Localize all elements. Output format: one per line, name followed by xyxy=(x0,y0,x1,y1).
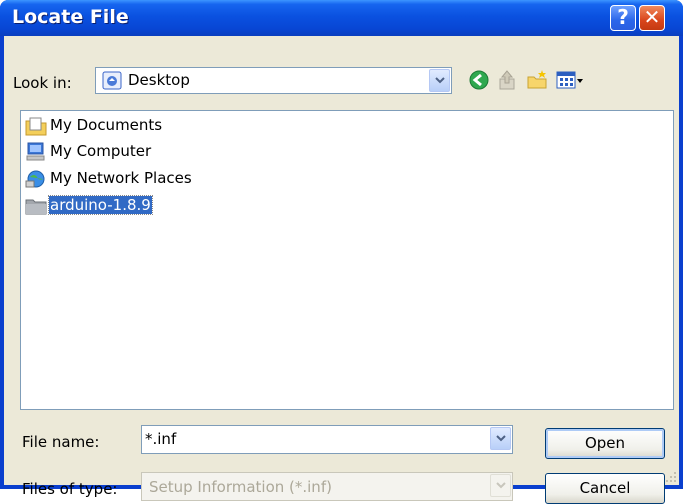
chevron-down-icon xyxy=(496,435,506,442)
title-bar[interactable]: Locate File ? ✕ xyxy=(0,0,683,36)
back-icon[interactable] xyxy=(468,69,490,91)
up-folder-icon[interactable] xyxy=(496,69,518,91)
file-name-input[interactable] xyxy=(145,429,475,449)
look-in-dropdown-arrow[interactable] xyxy=(429,69,450,92)
file-name-combobox[interactable] xyxy=(141,425,513,454)
file-type-value: Setup Information (*.inf) xyxy=(149,478,332,496)
chevron-down-icon xyxy=(435,77,445,84)
locate-file-dialog: Locate File ? ✕ Look in: Desktop My Docu… xyxy=(0,0,683,504)
look-in-dropdown[interactable]: Desktop xyxy=(95,67,452,94)
look-in-value: Desktop xyxy=(128,71,190,89)
network-places-icon xyxy=(25,170,45,188)
file-name: My Computer xyxy=(50,142,152,160)
view-menu-icon[interactable] xyxy=(556,69,584,91)
file-type-label: Files of type: xyxy=(22,480,118,498)
desktop-icon xyxy=(102,71,122,90)
documents-folder-icon xyxy=(25,117,47,136)
open-button[interactable]: Open xyxy=(545,428,665,459)
file-type-dropdown-arrow xyxy=(490,474,511,497)
close-button[interactable]: ✕ xyxy=(639,5,665,31)
dialog-title: Locate File xyxy=(12,6,129,28)
file-name: arduino-1.8.9 xyxy=(48,195,153,215)
file-name-dropdown-arrow[interactable] xyxy=(490,427,511,450)
new-folder-icon[interactable] xyxy=(526,69,548,91)
help-button[interactable]: ? xyxy=(610,5,636,31)
dialog-body: Look in: Desktop My Documents My Compute… xyxy=(4,36,679,504)
file-name-label: File name: xyxy=(22,433,100,451)
resize-grip-icon[interactable] xyxy=(665,471,677,483)
file-type-dropdown: Setup Information (*.inf) xyxy=(141,472,513,501)
file-name: My Network Places xyxy=(50,169,192,187)
look-in-label: Look in: xyxy=(13,74,72,92)
file-list[interactable]: My Documents My Computer My Network Plac… xyxy=(20,110,674,410)
folder-icon xyxy=(25,199,47,215)
file-name: My Documents xyxy=(50,116,163,134)
computer-icon xyxy=(26,142,45,161)
